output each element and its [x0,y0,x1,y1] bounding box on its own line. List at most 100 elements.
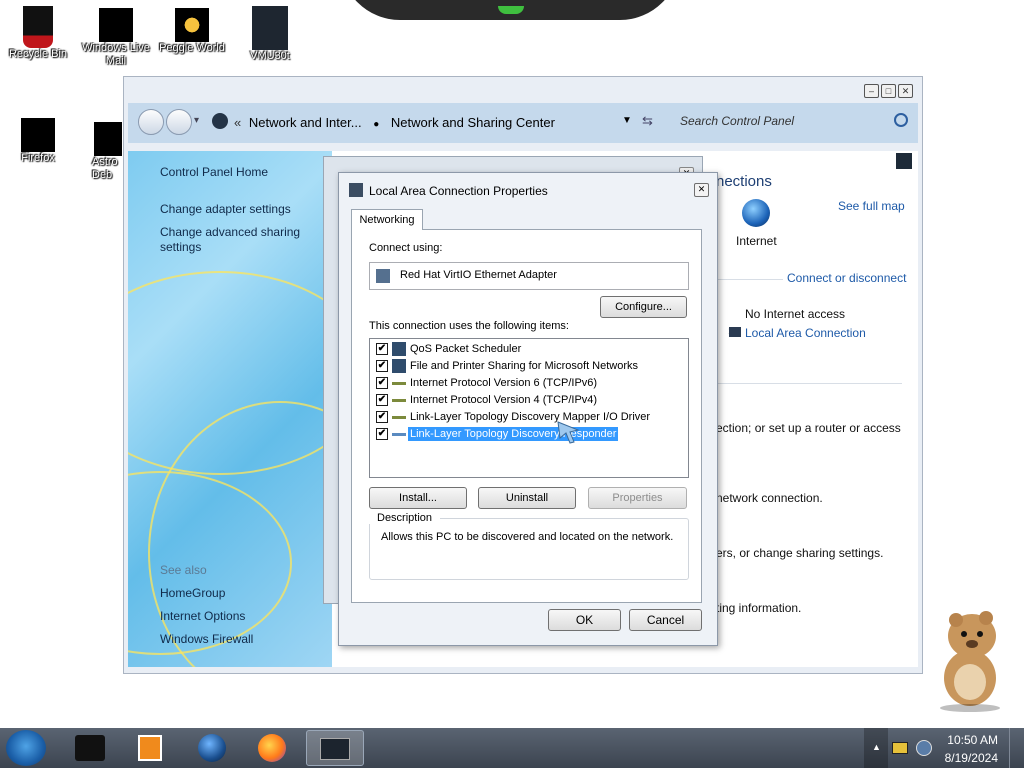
search-placeholder: Search Control Panel [680,114,795,128]
item-checkbox[interactable]: ✔ [376,428,388,440]
left-navigation-pane: Control Panel Home Change adapter settin… [128,151,332,667]
connect-or-disconnect-link[interactable]: Connect or disconnect [783,271,907,285]
breadcrumb-item[interactable]: Network and Inter... [249,115,362,130]
taskbar-item-control-panel[interactable] [306,730,364,766]
search-icon[interactable] [894,113,908,127]
refresh-icon[interactable]: ⇆ [642,113,653,129]
explorer-icon [75,735,105,761]
navigation-bar: ▾ « Network and Inter... ● Network and S… [128,103,918,143]
item-checkbox[interactable]: ✔ [376,394,388,406]
taskbar-item-firefox[interactable] [244,730,300,766]
local-area-connection-link[interactable]: Local Area Connection [745,326,866,340]
show-hidden-icons-icon[interactable]: ▲ [872,742,881,752]
desktop-icon-label: Mail [105,55,127,67]
desktop-icon-label: Deb [92,169,113,181]
windows-firewall-link[interactable]: Windows Firewall [160,632,253,646]
desktop-icon-astro[interactable]: Astro Deb [78,122,122,182]
ok-button[interactable]: OK [548,609,621,631]
desktop-icon-firefox[interactable]: Firefox [0,118,76,165]
service-icon [392,342,406,356]
mail-icon [99,8,133,42]
item-label: Link-Layer Topology Discovery Responder [408,427,619,441]
address-dropdown-icon[interactable]: ▼ [622,115,632,126]
protocol-icon [392,416,406,419]
clock-time[interactable]: 10:50 AM [947,733,998,747]
control-panel-home-link[interactable]: Control Panel Home [160,165,268,179]
desktop-icon-label: Recycle Bin [8,48,68,60]
task-description: ting information. [716,601,802,615]
network-adapter-icon [349,183,363,197]
firefox-icon [258,734,286,762]
items-label: This connection uses the following items… [369,320,569,332]
desktop-icon-label: Windows Live [82,42,150,54]
start-button[interactable] [6,730,46,766]
network-globe-icon [198,734,226,762]
item-label: Link-Layer Topology Discovery Mapper I/O… [410,411,651,423]
desktop-icon-label: Astro [92,156,118,168]
adapter-icon [376,269,390,283]
taskbar-item-network[interactable] [184,730,240,766]
breadcrumb-overflow-icon[interactable]: « [234,115,241,130]
desktop-top-decoration [340,0,680,20]
see-full-map-link[interactable]: See full map [838,199,905,213]
change-advanced-sharing-link-line2[interactable]: settings [160,240,201,254]
dialog-close-button[interactable]: ✕ [694,183,709,197]
taskbar-item-media-player[interactable] [122,730,178,766]
change-advanced-sharing-link[interactable]: Change advanced sharing [160,225,300,239]
description-title: Description [361,512,441,524]
show-desktop-button[interactable] [1009,728,1024,768]
back-button[interactable] [138,109,164,135]
protocol-icon [392,399,406,402]
desktop-icon-label: VMU30t [250,50,290,62]
dialog-title: Local Area Connection Properties [369,184,548,198]
item-checkbox[interactable]: ✔ [376,360,388,372]
clock-date[interactable]: 8/19/2024 [945,751,998,765]
change-adapter-settings-link[interactable]: Change adapter settings [160,202,291,216]
window-titlebar[interactable]: – □ ✕ [124,77,922,103]
control-panel-icon [320,738,350,760]
close-button[interactable]: ✕ [898,84,913,98]
recycle-bin-icon [23,6,53,48]
cancel-button[interactable]: Cancel [629,609,702,631]
breadcrumb-item[interactable]: Network and Sharing Center [391,115,555,130]
page-heading: nections [716,173,772,190]
breadcrumb-separator-icon[interactable]: ● [373,119,379,130]
desktop-icon-vmu[interactable]: VMU30t [232,6,308,63]
minimize-button[interactable]: – [864,84,879,98]
divider [716,383,902,384]
help-icon[interactable] [896,153,912,169]
taskbar-item-explorer[interactable] [62,730,118,766]
maximize-button[interactable]: □ [881,84,896,98]
tab-networking[interactable]: Networking [351,209,423,230]
item-checkbox[interactable]: ✔ [376,377,388,389]
networking-tab-panel: Connect using: Red Hat VirtIO Ethernet A… [351,229,702,603]
item-checkbox[interactable]: ✔ [376,411,388,423]
desktop-icon-windows-live-mail[interactable]: Windows Live Mail [78,8,154,68]
mouse-cursor-icon [557,421,580,444]
connect-using-label: Connect using: [369,242,443,254]
breadcrumb[interactable]: « Network and Inter... ● Network and Sha… [220,115,555,130]
configure-button[interactable]: Configure... [600,296,687,318]
peggle-icon [175,8,209,42]
astro-icon [94,122,122,156]
taskbar: ▲ 10:50 AM 8/19/2024 [0,728,1024,768]
properties-button[interactable]: Properties [588,487,687,509]
desktop-icon-label: Firefox [21,152,55,164]
homegroup-link[interactable]: HomeGroup [160,586,225,600]
uninstall-button[interactable]: Uninstall [478,487,576,509]
network-tray-icon[interactable] [916,740,932,756]
desktop-icon-recycle-bin[interactable]: Recycle Bin [0,6,76,61]
desktop-icon-peggle[interactable]: Peggle World [154,8,230,55]
search-box[interactable]: Search Control Panel [668,109,912,135]
media-player-icon [138,735,162,761]
recent-pages-icon[interactable]: ▾ [194,115,199,126]
protocol-icon [392,433,406,436]
install-button[interactable]: Install... [369,487,467,509]
action-center-icon[interactable] [892,742,908,754]
internet-globe-icon [742,199,770,227]
item-checkbox[interactable]: ✔ [376,343,388,355]
forward-button[interactable] [166,109,192,135]
connection-items-list[interactable]: ✔ QoS Packet Scheduler ✔ File and Printe… [369,338,689,478]
internet-options-link[interactable]: Internet Options [160,609,245,623]
network-connection-icon [729,327,741,337]
